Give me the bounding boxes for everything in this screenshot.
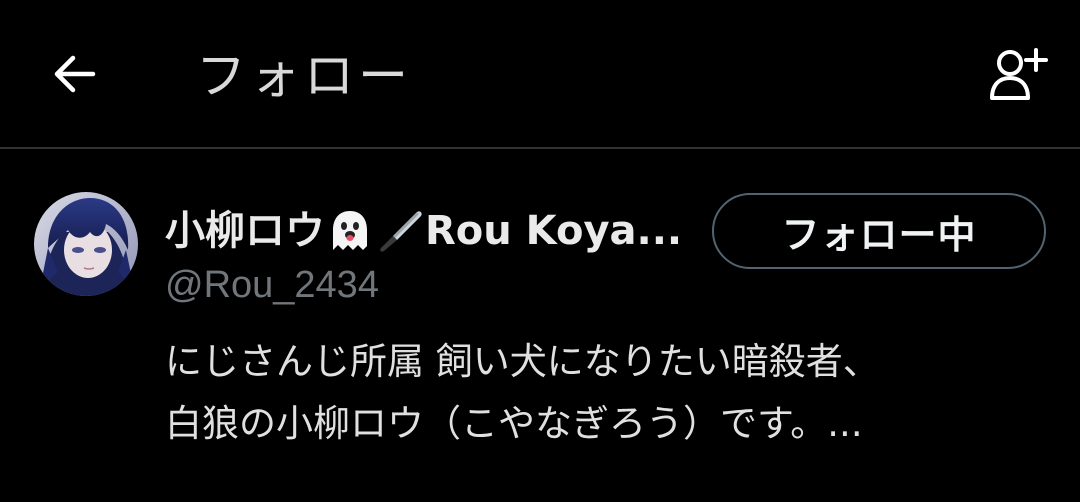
user-bio: にじさんじ所属 飼い犬になりたい暗殺者、 白狼の小柳ロウ（こやなぎろう）です。.… bbox=[165, 331, 1045, 455]
following-button[interactable]: フォロー中 bbox=[712, 193, 1046, 269]
bio-line: にじさんじ所属 飼い犬になりたい暗殺者、 bbox=[165, 340, 880, 383]
back-button[interactable] bbox=[44, 44, 104, 104]
user-list-item[interactable]: 小柳ロウ Rou Koya... @Rou_2434 フォロー中 にじさんじ所属… bbox=[0, 149, 1080, 502]
user-handle[interactable]: @Rou_2434 bbox=[165, 261, 379, 309]
arrow-left-icon bbox=[54, 55, 96, 93]
top-app-bar: フォロー bbox=[0, 0, 1080, 148]
bio-line: 白狼の小柳ロウ（こやなぎろう）です。... bbox=[165, 402, 863, 445]
add-user-button[interactable] bbox=[982, 42, 1054, 106]
display-name-suffix: Rou Koya... bbox=[425, 208, 683, 254]
display-name[interactable]: 小柳ロウ Rou Koya... bbox=[165, 205, 695, 257]
display-name-prefix: 小柳ロウ bbox=[165, 208, 325, 254]
page-title: フォロー bbox=[196, 47, 412, 105]
add-user-icon bbox=[990, 48, 1048, 100]
avatar[interactable] bbox=[34, 192, 138, 296]
ghost-emoji-icon bbox=[333, 211, 367, 250]
knife-emoji-icon bbox=[380, 211, 422, 252]
avatar-image bbox=[34, 192, 138, 296]
